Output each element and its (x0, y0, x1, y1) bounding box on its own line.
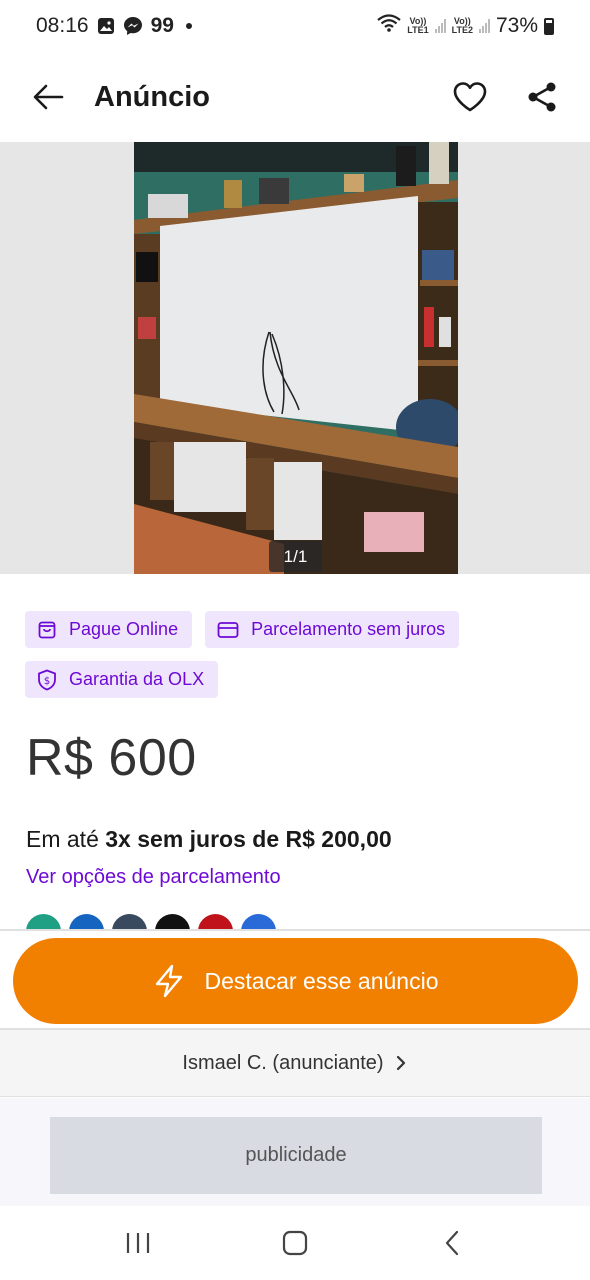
badges-row: Pague Online Parcelamento sem juros $ Ga… (25, 611, 565, 698)
svg-text:$: $ (44, 676, 50, 687)
lightning-icon (155, 964, 182, 998)
home-button[interactable] (265, 1213, 325, 1273)
divider (0, 929, 590, 931)
chevron-right-icon (396, 1055, 405, 1071)
messenger-share-icon[interactable] (112, 914, 147, 930)
sim1-indicator: Vo)) LTE1 (407, 17, 428, 35)
ad-area: publicidade (0, 1098, 590, 1206)
highlight-ad-label: Destacar esse anúncio (204, 967, 439, 994)
shopping-bag-icon (38, 621, 56, 638)
status-right: Vo)) LTE1 Vo)) LTE2 73% (377, 14, 554, 38)
pinterest-share-icon[interactable] (198, 914, 233, 930)
whatsapp-share-icon[interactable] (26, 914, 61, 930)
back-nav-button[interactable] (422, 1213, 482, 1273)
more-notifications-dot-icon (185, 23, 192, 29)
installment-options-link[interactable]: Ver opções de parcelamento (26, 866, 281, 889)
badge-garantia: $ Garantia da OLX (25, 661, 219, 698)
shield-dollar-icon: $ (38, 669, 56, 690)
signal-strength-icon (478, 19, 490, 33)
status-bar: 08:16 99 Vo)) LTE1 Vo)) LTE2 73% (0, 0, 590, 52)
seller-name: Ismael C. (anunciante) (182, 1051, 384, 1074)
recent-apps-icon (127, 1233, 150, 1253)
page-title: Anúncio (94, 80, 210, 113)
status-left: 08:16 99 (36, 14, 192, 38)
badge-label: Garantia da OLX (69, 669, 205, 689)
photo-counter: 1/1 (269, 541, 322, 572)
battery-percent: 73% (495, 14, 538, 37)
installments-highlight: 3x sem juros de R$ 200,00 (105, 826, 392, 852)
sim2-indicator: Vo)) LTE2 (452, 17, 473, 35)
back-button[interactable] (24, 73, 72, 121)
back-chevron-icon (445, 1230, 458, 1256)
home-icon (282, 1230, 308, 1256)
favorite-button[interactable] (446, 73, 494, 121)
seller-link[interactable]: Ismael C. (anunciante) (0, 1030, 590, 1097)
installments-prefix: Em até (26, 826, 106, 852)
sim2-label-bottom: LTE2 (451, 25, 473, 35)
badge-parcelamento: Parcelamento sem juros (205, 611, 460, 648)
status-time: 08:16 (36, 14, 89, 37)
messenger-icon (123, 16, 143, 36)
system-nav-bar (0, 1206, 590, 1280)
installments-info: Em até 3x sem juros de R$ 200,00 (26, 826, 392, 853)
share-icon (528, 82, 556, 112)
share-button[interactable] (518, 73, 566, 121)
highlight-ad-button[interactable]: Destacar esse anúncio (13, 938, 578, 1024)
facebook-share-icon[interactable] (69, 914, 104, 930)
signal-strength-icon (434, 19, 446, 33)
recent-apps-button[interactable] (108, 1213, 168, 1273)
badge-pague-online: Pague Online (25, 611, 193, 648)
notification-count: 99 (150, 14, 174, 37)
listing-price: R$ 600 (26, 729, 197, 787)
social-share-row (26, 914, 276, 930)
badge-label: Pague Online (69, 619, 179, 639)
listing-photo[interactable] (134, 142, 458, 574)
x-share-icon[interactable] (155, 914, 190, 930)
wifi-icon (377, 14, 401, 38)
heart-icon (453, 82, 487, 112)
ad-placeholder[interactable]: publicidade (50, 1117, 542, 1194)
gallery-notification-icon (97, 17, 115, 35)
battery-icon (544, 17, 554, 35)
image-gallery[interactable]: 1/1 (0, 142, 590, 574)
sim1-label-bottom: LTE1 (407, 25, 429, 35)
app-bar: Anúncio (0, 52, 590, 142)
email-share-icon[interactable] (241, 914, 276, 930)
credit-card-icon (217, 621, 239, 638)
badge-label: Parcelamento sem juros (251, 619, 446, 639)
tv-stand-photo (134, 142, 458, 574)
back-arrow-icon (33, 84, 64, 110)
